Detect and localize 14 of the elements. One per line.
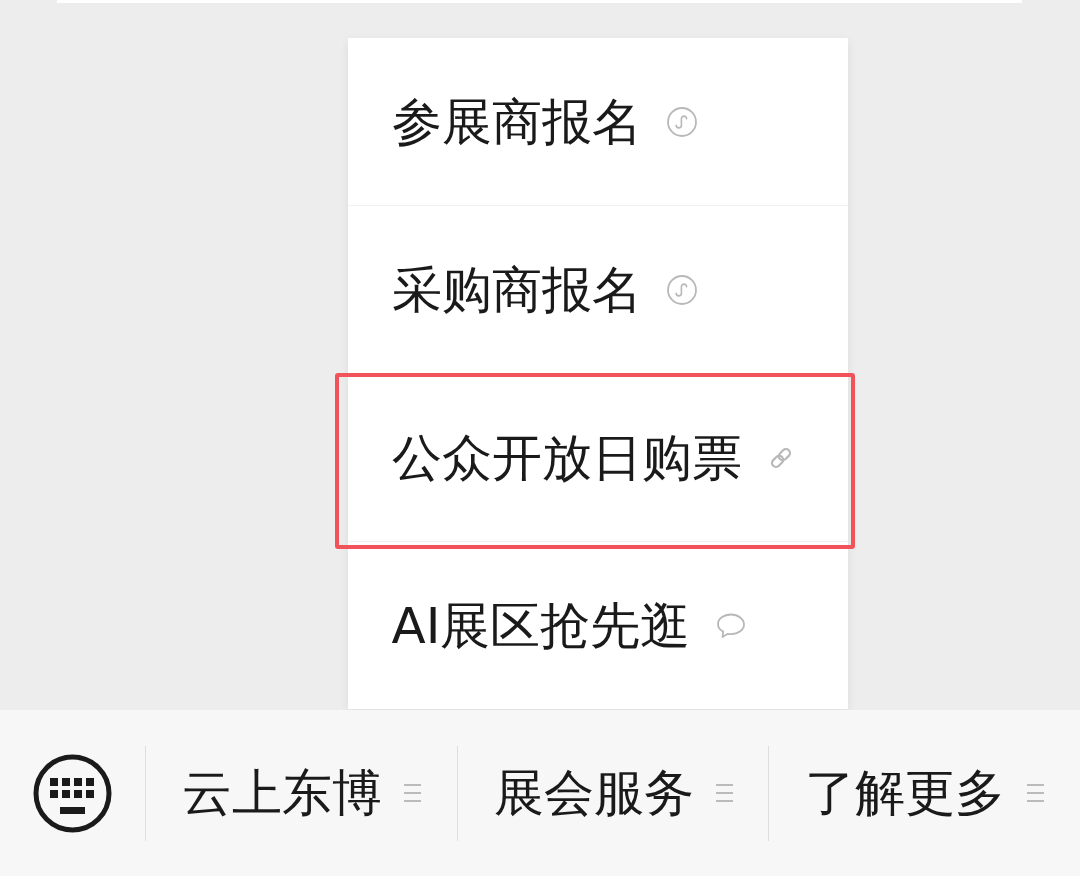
- menu-item[interactable]: 公众开放日购票: [347, 374, 848, 541]
- menu-item[interactable]: 参展商报名: [347, 38, 848, 205]
- keyboard-icon[interactable]: [33, 753, 112, 833]
- chat-bubble-icon: [715, 611, 748, 640]
- mini-program-icon: [666, 274, 697, 305]
- menu-button[interactable]: 了解更多: [769, 768, 1080, 818]
- menu-button[interactable]: 云上东博: [146, 768, 457, 818]
- menu-button[interactable]: 展会服务: [457, 768, 769, 818]
- mini-program-icon: [666, 106, 697, 137]
- menu-item[interactable]: AI展区抢先逛: [347, 542, 848, 709]
- menu-icon: [715, 784, 733, 802]
- menu-icon: [403, 784, 421, 802]
- menu-icon: [1027, 784, 1045, 802]
- menu-item[interactable]: 采购商报名: [347, 206, 848, 373]
